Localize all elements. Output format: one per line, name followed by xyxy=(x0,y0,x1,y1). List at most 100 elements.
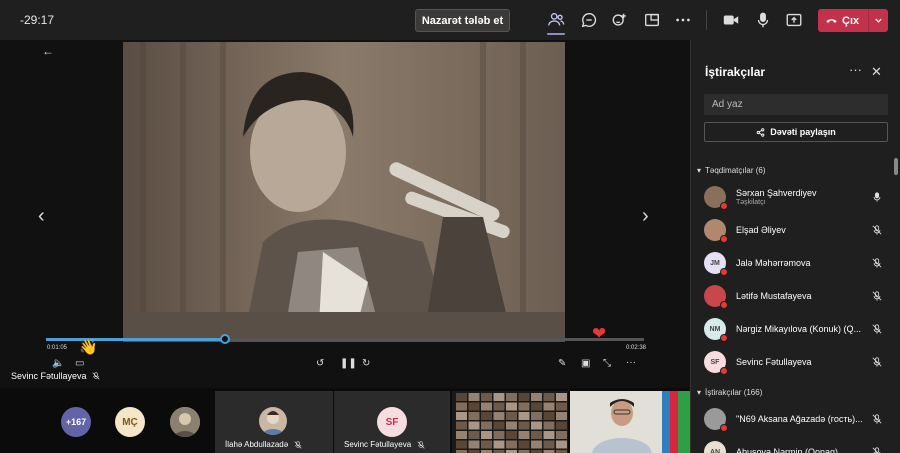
video-progress-bar[interactable] xyxy=(46,334,644,344)
pause-icon[interactable]: ❚❚ xyxy=(340,358,357,369)
participant-row[interactable]: AN Abusova Nərmin (Qonaq) xyxy=(704,437,884,453)
participant-search-input[interactable] xyxy=(704,94,888,115)
share-screen-icon[interactable] xyxy=(782,8,806,32)
shared-screen-thumbnail[interactable] xyxy=(452,391,568,453)
thumbnail-cell xyxy=(556,440,567,449)
muted-mic-icon xyxy=(91,372,100,380)
leave-button-main[interactable]: Çıx xyxy=(818,9,868,32)
hang-up-icon xyxy=(826,19,837,23)
participant-name: Nərgiz Mikayılova (Konuk) (Q... xyxy=(736,324,862,334)
thumbnail-cell xyxy=(531,412,542,420)
microphone-icon[interactable] xyxy=(870,190,884,204)
participant-name: Lətifə Mustafayeva xyxy=(736,291,812,301)
thumbnail-cell xyxy=(481,421,492,430)
leave-button[interactable]: Çıx xyxy=(818,9,888,32)
close-icon[interactable]: ✕ xyxy=(871,64,882,80)
thumbnail-cell xyxy=(556,412,567,420)
request-control-button[interactable]: Nazarət tələb et xyxy=(415,9,510,32)
annotate-pen-icon[interactable]: ✎ xyxy=(558,358,566,369)
picture-in-picture-icon[interactable]: ▣ xyxy=(581,358,590,369)
participant-avatar xyxy=(704,408,728,432)
volume-icon[interactable]: 🔈 xyxy=(52,358,64,369)
thumbnail-cell xyxy=(481,440,492,449)
participant-row[interactable]: JM Jalə Məhərrəmova xyxy=(704,248,884,278)
more-actions-icon[interactable] xyxy=(671,8,695,32)
thumbnail-cell xyxy=(556,431,567,439)
muted-mic-icon[interactable] xyxy=(870,322,884,336)
reactions-icon[interactable] xyxy=(608,8,632,32)
muted-mic-icon[interactable] xyxy=(870,355,884,369)
forward-icon[interactable]: ↻ xyxy=(362,358,370,369)
share-invite-button[interactable]: Dəvəti paylaşın xyxy=(704,122,888,142)
video-time-elapsed: 0:01:05 xyxy=(47,345,68,351)
panel-more-options-icon[interactable]: ··· xyxy=(849,62,862,77)
exit-fullscreen-icon[interactable]: ⤡ xyxy=(603,358,611,369)
thumbnail-cell xyxy=(543,421,555,430)
thumbnail-cell xyxy=(543,431,555,439)
leave-options-chevron-icon[interactable] xyxy=(868,9,888,32)
muted-mic-icon[interactable] xyxy=(870,223,884,237)
video-player[interactable] xyxy=(123,42,565,342)
participant-avatar: SF xyxy=(704,351,728,375)
rewind-icon[interactable]: ↺ xyxy=(316,358,324,369)
chevron-down-icon: ▾ xyxy=(697,388,702,397)
participant-name: İlahə Abdullazadə xyxy=(225,440,289,449)
participant-name: Sevinc Fətullayeva xyxy=(736,357,812,367)
participants-icon[interactable] xyxy=(544,8,568,35)
participant-video-tile[interactable] xyxy=(570,391,690,453)
avatar-initials: NM xyxy=(709,325,721,333)
meeting-timer: -29:17 xyxy=(20,13,55,27)
leave-label: Çıx xyxy=(842,14,860,27)
muted-mic-icon[interactable] xyxy=(870,289,884,303)
participant-text: Jalə Məhərrəmova xyxy=(736,258,870,268)
muted-mic-icon[interactable] xyxy=(870,412,884,426)
attendees-section-header[interactable]: ▾ İştirakçılar (166) xyxy=(697,388,762,397)
muted-mic-icon[interactable] xyxy=(870,445,884,453)
camera-icon[interactable] xyxy=(719,8,743,32)
presenter-name: Sevinc Fətullayeva xyxy=(11,371,87,381)
thumbnail-cell xyxy=(468,431,480,439)
thumbnail-cell xyxy=(543,393,555,401)
thumbnail-cell xyxy=(506,393,517,401)
participant-row[interactable]: Lətifə Mustafayeva xyxy=(704,281,884,311)
back-arrow-icon[interactable]: ← xyxy=(42,44,54,58)
captions-icon[interactable]: ▭ xyxy=(75,358,84,369)
presenters-section-header[interactable]: ▾ Təqdimatçılar (6) xyxy=(697,166,765,175)
thumbnail-cell xyxy=(456,412,467,420)
thumbnail-cell xyxy=(506,440,517,449)
participant-avatar xyxy=(704,285,728,309)
participant-row[interactable]: Elşad Əliyev xyxy=(704,215,884,245)
thumbnail-cell xyxy=(493,393,505,401)
previous-arrow-icon[interactable]: ‹ xyxy=(38,205,45,228)
participant-row[interactable]: "N69 Aksana Ağazadə (гость)... xyxy=(704,404,884,434)
participant-photo-avatar[interactable] xyxy=(170,407,200,437)
thumbnail-cell xyxy=(518,412,530,420)
video-progress-handle[interactable] xyxy=(220,334,231,344)
more-participants-badge[interactable]: +167 xyxy=(61,407,91,437)
video-more-options-icon[interactable]: ··· xyxy=(626,357,636,368)
next-arrow-icon[interactable]: › xyxy=(642,205,649,228)
panel-scrollbar[interactable] xyxy=(894,158,898,175)
thumbnail-cell xyxy=(518,402,530,411)
avatar-initials: SF xyxy=(710,358,720,366)
participant-row[interactable]: SF Sevinc Fətullayeva xyxy=(704,347,884,377)
participant-tile[interactable]: SF Sevinc Fətullayeva xyxy=(334,391,450,453)
microphone-icon[interactable] xyxy=(751,8,775,32)
participant-text: Abusova Nərmin (Qonaq) xyxy=(736,447,870,453)
thumbnail-cell xyxy=(506,421,517,430)
video-grid-thumbnail-image xyxy=(456,393,567,453)
thumbnail-cell xyxy=(468,421,480,430)
participant-row[interactable]: NM Nərgiz Mikayılova (Konuk) (Q... xyxy=(704,314,884,344)
status-badge xyxy=(720,268,728,276)
participant-name: "N69 Aksana Ağazadə (гость)... xyxy=(736,414,863,424)
participant-tile[interactable]: İlahə Abdullazadə xyxy=(215,391,333,453)
chat-icon[interactable] xyxy=(577,8,601,32)
muted-mic-icon[interactable] xyxy=(870,256,884,270)
participant-row[interactable]: Sərxan Şahverdiyev Təşkilatçı xyxy=(704,182,884,212)
participant-text: Elşad Əliyev xyxy=(736,225,870,235)
thumbnail-cell xyxy=(456,402,467,411)
rooms-icon[interactable] xyxy=(640,8,664,32)
participant-avatar[interactable]: MÇ xyxy=(115,407,145,437)
shared-content-stage: ← ‹ › 0:01:05 0:02:38 👋 ❤ 🔈 ▭ ↺ ❚❚ ↻ ✎ ▣… xyxy=(0,40,690,388)
thumbnail-cell xyxy=(556,421,567,430)
